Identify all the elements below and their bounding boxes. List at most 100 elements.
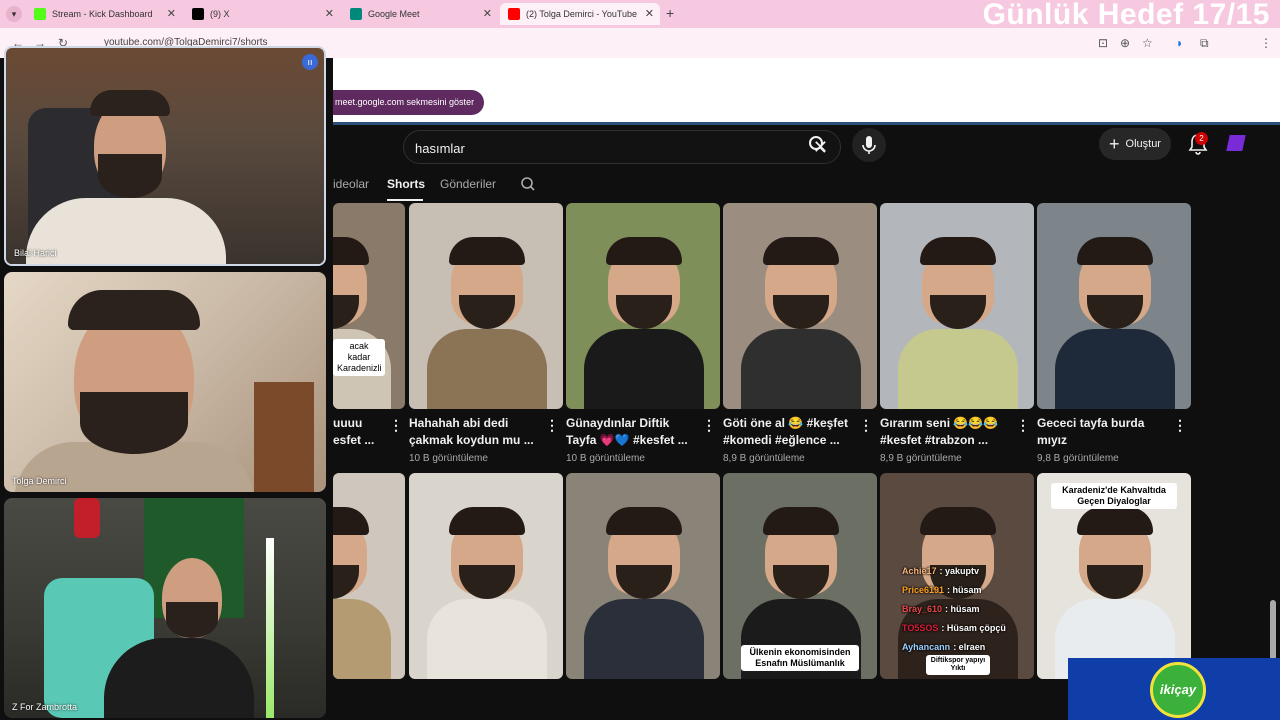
close-icon[interactable]: ✕ [167, 7, 176, 20]
tab-kick-dashboard[interactable]: Stream - Kick Dashboard ✕ [26, 3, 182, 25]
thumbnail-beard [616, 295, 672, 329]
voice-search-button[interactable] [852, 128, 886, 162]
short-item[interactable]: Göti öne al 😂 #keşfet #komedi #eğlence .… [723, 203, 877, 473]
webcam-hair [68, 290, 200, 330]
sponsor-name: ikiçay [1159, 682, 1197, 697]
new-tab-button[interactable]: + [666, 5, 674, 21]
short-item[interactable]: Günaydınlar Diftik Tayfa 💗💙 #kesfet ... 1… [566, 203, 720, 473]
short-thumbnail[interactable] [723, 203, 877, 409]
thumbnail-beard [930, 295, 986, 329]
webcam-hair [90, 90, 170, 116]
thumbnail-hair [1077, 237, 1153, 265]
chat-text: : elraen [953, 642, 986, 652]
active-tab-indicator [387, 199, 423, 201]
short-views: 10 B görüntüleme [409, 453, 488, 464]
google-meet-icon [350, 8, 362, 20]
tab-title: Stream - Kick Dashboard [52, 9, 153, 19]
chat-text: : hüsam [947, 585, 982, 595]
extension-audio-icon[interactable]: ◗ [1176, 36, 1183, 50]
account-avatar[interactable] [1226, 135, 1246, 151]
notification-count-badge: 2 [1195, 132, 1208, 145]
tab-search-menu-icon[interactable]: ▾ [6, 6, 22, 22]
tab-videos[interactable]: ideolar [333, 177, 369, 191]
short-thumbnail[interactable]: acak kadar Karadenizli [333, 203, 405, 409]
short-thumbnail[interactable]: Ülkenin ekonomisinden Esnafın Müslümanlı… [723, 473, 877, 679]
chat-text: : yakuptv [939, 566, 980, 576]
close-icon[interactable]: ✕ [645, 7, 654, 20]
short-item[interactable]: Gırarım seni 😂😂😂 #kesfet #trabzon ... 8,9… [880, 203, 1034, 473]
search-input[interactable]: hasımlar [415, 141, 465, 156]
tab-title: (9) X [210, 9, 230, 19]
browser-menu-icon[interactable]: ⋮ [1260, 36, 1272, 50]
screen: { "overlay_goal": "Günlük Hedef 17/15", … [0, 0, 1280, 720]
chat-username: TO5SOS [902, 623, 939, 633]
more-options-icon[interactable]: ⋮ [859, 417, 873, 434]
short-item[interactable]: Hahahah abi dedi çakmak koydun mu ... 10 … [409, 203, 563, 473]
more-options-icon[interactable]: ⋮ [1016, 417, 1030, 434]
extensions-icon[interactable]: ⧉ [1200, 36, 1209, 51]
tab-google-meet[interactable]: Google Meet ✕ [342, 3, 498, 25]
light-bar [266, 538, 274, 718]
short-thumbnail[interactable] [566, 473, 720, 679]
short-title[interactable]: Göti öne al 😂 #keşfet #komedi #eğlence .… [723, 415, 851, 451]
thumbnail-beard [773, 295, 829, 329]
microphone-icon [862, 136, 876, 154]
more-options-icon[interactable]: ⋮ [545, 417, 559, 434]
meet-tab-notice[interactable]: meet.google.com sekmesini göster [333, 90, 485, 115]
chat-message: Achie17: yakuptv [902, 566, 979, 576]
page-scrollbar[interactable] [1270, 600, 1276, 660]
install-icon[interactable]: ⊡ [1098, 36, 1108, 50]
audio-level-icon: ıı [302, 54, 318, 70]
red-bottle [74, 498, 100, 538]
short-thumbnail[interactable] [409, 473, 563, 679]
short-title[interactable]: Gırarım seni 😂😂😂 #kesfet #trabzon ... [880, 415, 1008, 451]
short-thumbnail[interactable] [880, 203, 1034, 409]
thumbnail-body [427, 329, 547, 409]
more-options-icon[interactable]: ⋮ [1173, 417, 1187, 434]
search-icon[interactable] [799, 131, 837, 159]
more-options-icon[interactable]: ⋮ [702, 417, 716, 434]
short-item[interactable] [333, 473, 405, 713]
chat-text: : Hüsam çöpçü [941, 623, 1006, 633]
short-thumbnail[interactable]: Karadeniz'de Kahvaltıda Geçen Diyaloglar [1037, 473, 1191, 679]
chat-username: Ayhancann [902, 642, 951, 652]
star-icon[interactable]: ☆ [1142, 36, 1153, 50]
short-item[interactable]: Ülkenin ekonomisinden Esnafın Müslümanlı… [723, 473, 877, 713]
thumbnail-body [333, 599, 391, 679]
short-title[interactable]: uuuu esfet ... [333, 415, 389, 451]
tab-x[interactable]: (9) X ✕ [184, 3, 340, 25]
short-item[interactable] [409, 473, 563, 713]
thumbnail-body [584, 329, 704, 409]
short-thumbnail[interactable] [1037, 203, 1191, 409]
short-item[interactable]: Gececi tayfa burda mıyız @fatihkalintass… [1037, 203, 1191, 473]
zoom-icon[interactable]: ⊕ [1120, 36, 1130, 50]
thumbnail-beard [333, 295, 359, 329]
short-title[interactable]: Günaydınlar Diftik Tayfa 💗💙 #kesfet ... [566, 415, 694, 451]
tab-youtube[interactable]: (2) Tolga Demirci - YouTube ✕ [500, 3, 660, 25]
tab-posts[interactable]: Gönderiler [440, 177, 496, 191]
webcam-tolga: Tolga Demirci [4, 272, 326, 492]
close-icon[interactable]: ✕ [325, 7, 334, 20]
thumbnail-hair [449, 507, 525, 535]
short-thumbnail[interactable] [409, 203, 563, 409]
participant-name: Tolga Demirci [12, 476, 67, 486]
short-thumbnail[interactable] [566, 203, 720, 409]
thumbnail-beard [773, 565, 829, 599]
webcam-beard [98, 154, 162, 198]
create-button[interactable]: + Oluştur [1099, 128, 1171, 160]
thumbnail-hair [333, 237, 369, 265]
short-item[interactable]: acak kadar Karadenizli uuuu esfet ... ⋮ [333, 203, 405, 473]
search-box[interactable]: hasımlar ✕ [403, 130, 841, 164]
channel-search-icon[interactable] [519, 175, 537, 193]
chat-text: : hüsam [945, 604, 980, 614]
tab-shorts[interactable]: Shorts [387, 177, 425, 191]
short-thumbnail[interactable] [333, 473, 405, 679]
chat-username: Bray_610 [902, 604, 943, 614]
short-title[interactable]: Hahahah abi dedi çakmak koydun mu ... [409, 415, 537, 451]
create-label: Oluştur [1125, 138, 1161, 150]
webcam-bilal: ıı Bilal Harici [4, 46, 326, 266]
short-item[interactable] [566, 473, 720, 713]
short-title[interactable]: Gececi tayfa burda mıyız @fatihkalintass… [1037, 415, 1165, 451]
close-icon[interactable]: ✕ [483, 7, 492, 20]
more-options-icon[interactable]: ⋮ [389, 417, 403, 434]
